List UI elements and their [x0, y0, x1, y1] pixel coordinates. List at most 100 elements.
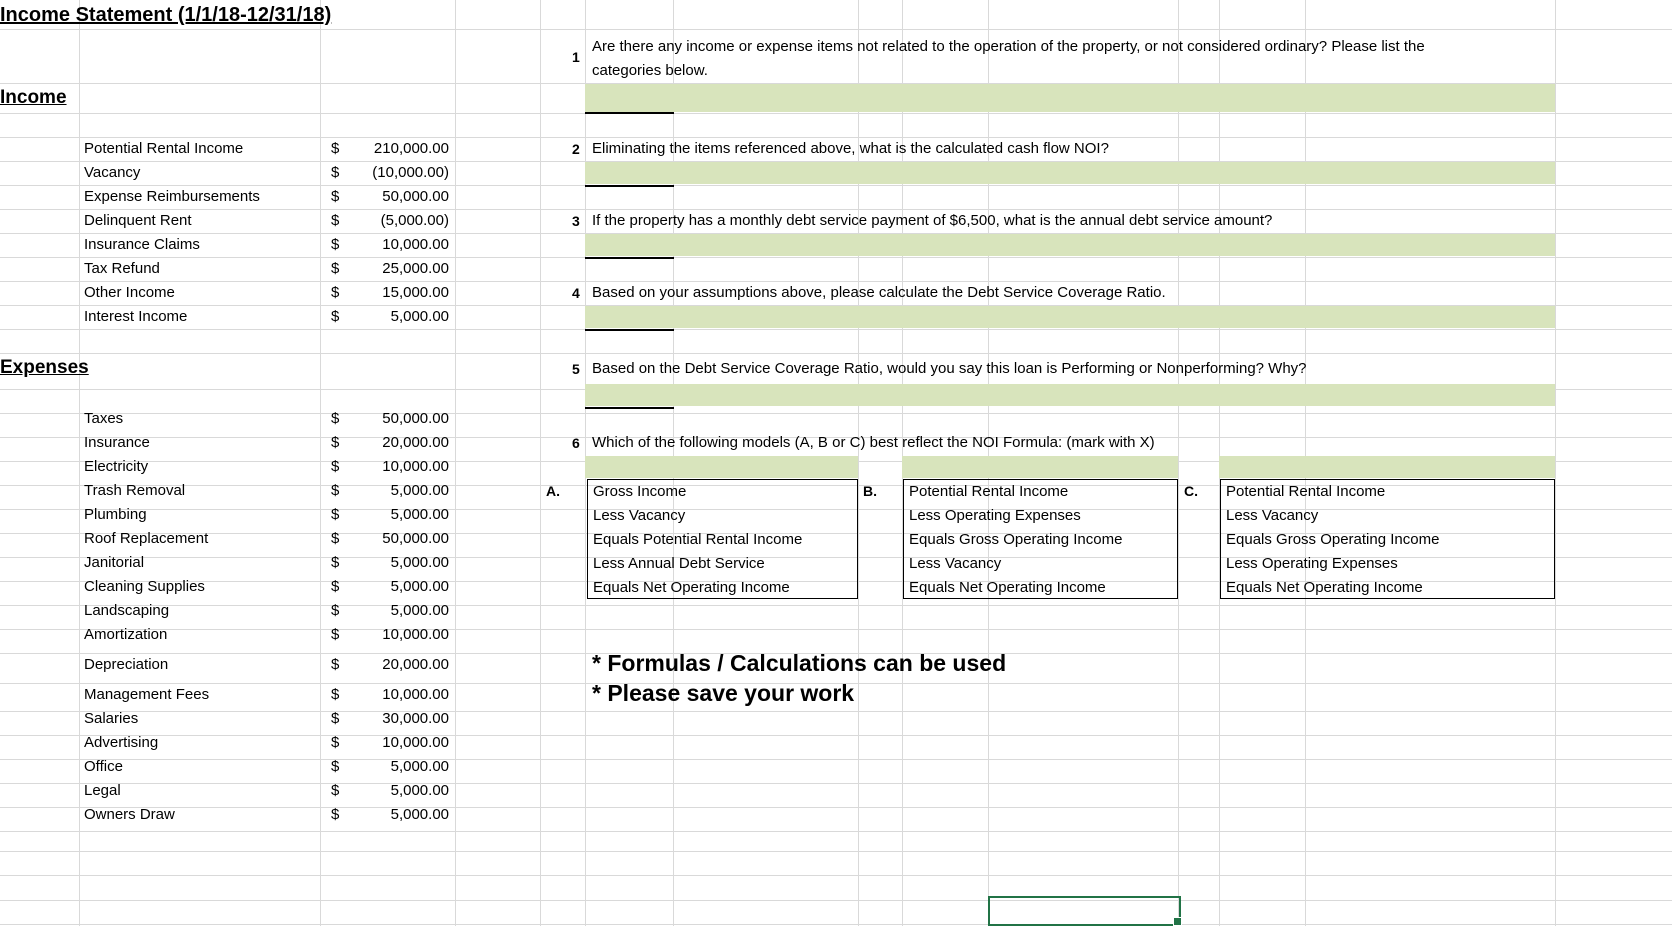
income-label[interactable]: Delinquent Rent — [84, 212, 192, 230]
option-letter[interactable]: C. — [1184, 482, 1198, 500]
income-header[interactable]: Income — [0, 87, 67, 109]
expense-amount-cell[interactable]: $20,000.00 — [331, 434, 449, 452]
option-box-c[interactable]: Potential Rental Income Less Vacancy Equal… — [1220, 479, 1555, 599]
answer-cell[interactable] — [585, 384, 1555, 406]
expense-amount-cell[interactable]: $50,000.00 — [331, 410, 449, 428]
income-amount-cell[interactable]: $50,000.00 — [331, 188, 449, 206]
expense-amount-cell[interactable]: $5,000.00 — [331, 482, 449, 500]
gridline-row — [0, 605, 1672, 606]
expense-label[interactable]: Plumbing — [84, 506, 147, 524]
answer-cell[interactable] — [585, 456, 858, 478]
answer-cell[interactable] — [902, 456, 1178, 478]
income-label[interactable]: Other Income — [84, 284, 175, 302]
expense-amount-cell[interactable]: $10,000.00 — [331, 458, 449, 476]
expense-label[interactable]: Depreciation — [84, 656, 168, 674]
expense-amount-cell[interactable]: $10,000.00 — [331, 686, 449, 704]
income-amount-cell[interactable]: $ (5,000.00) — [331, 212, 449, 230]
expense-amount-cell[interactable]: $5,000.00 — [331, 806, 449, 824]
amount-value: 50,000.00 — [382, 188, 449, 205]
question-number[interactable]: 5 — [572, 360, 580, 378]
income-label[interactable]: Potential Rental Income — [84, 140, 243, 158]
expense-label[interactable]: Cleaning Supplies — [84, 578, 205, 596]
spreadsheet-grid[interactable]: Income Statement (1/1/18-12/31/18) Incom… — [0, 0, 1672, 926]
expense-amount-cell[interactable]: $5,000.00 — [331, 782, 449, 800]
gridline-row — [0, 257, 1672, 258]
gridline-row — [0, 137, 1672, 138]
option-letter[interactable]: A. — [546, 482, 560, 500]
expense-label[interactable]: Electricity — [84, 458, 148, 476]
question-number[interactable]: 2 — [572, 140, 580, 158]
expense-label[interactable]: Legal — [84, 782, 121, 800]
income-amount-cell[interactable]: $ (10,000.00) — [331, 164, 449, 182]
answer-cell[interactable] — [585, 234, 1555, 256]
question-text[interactable]: Are there any income or expense items no… — [592, 38, 1425, 56]
option-line: Potential Rental Income — [1226, 483, 1386, 500]
expense-label[interactable]: Trash Removal — [84, 482, 185, 500]
expense-amount-cell[interactable]: $30,000.00 — [331, 710, 449, 728]
expense-amount-cell[interactable]: $10,000.00 — [331, 626, 449, 644]
income-label[interactable]: Vacancy — [84, 164, 140, 182]
question-text[interactable]: Based on your assumptions above, please … — [592, 284, 1166, 302]
answer-cell[interactable] — [1219, 456, 1555, 478]
gridline-col — [455, 0, 456, 926]
expense-label[interactable]: Taxes — [84, 410, 123, 428]
expenses-header[interactable]: Expenses — [0, 357, 89, 379]
gridline-col — [1555, 0, 1556, 926]
expense-label[interactable]: Advertising — [84, 734, 158, 752]
income-label[interactable]: Interest Income — [84, 308, 187, 326]
fill-handle[interactable] — [1173, 917, 1182, 926]
expense-amount-cell[interactable]: $5,000.00 — [331, 602, 449, 620]
expense-amount-cell[interactable]: $50,000.00 — [331, 530, 449, 548]
expense-label[interactable]: Owners Draw — [84, 806, 175, 824]
expense-label[interactable]: Janitorial — [84, 554, 144, 572]
option-line: Equals Gross Operating Income — [1226, 531, 1440, 548]
income-amount-cell[interactable]: $15,000.00 — [331, 284, 449, 302]
option-line: Equals Potential Rental Income — [593, 531, 803, 548]
selected-cell[interactable] — [988, 896, 1181, 926]
income-amount-cell[interactable]: $210,000.00 — [331, 140, 449, 158]
question-number[interactable]: 4 — [572, 284, 580, 302]
answer-cell[interactable] — [585, 162, 1555, 184]
expense-label[interactable]: Landscaping — [84, 602, 169, 620]
expense-label[interactable]: Insurance — [84, 434, 150, 452]
income-label[interactable]: Expense Reimbursements — [84, 188, 260, 206]
gridline-row — [0, 875, 1672, 876]
note-save[interactable]: * Please save your work — [592, 679, 854, 707]
question-number[interactable]: 1 — [572, 48, 580, 66]
expense-label[interactable]: Amortization — [84, 626, 167, 644]
expense-amount-cell[interactable]: $5,000.00 — [331, 758, 449, 776]
gridline-row — [0, 629, 1672, 630]
note-formulas[interactable]: * Formulas / Calculations can be used — [592, 649, 1006, 677]
option-box-a[interactable]: Gross Income Less Vacancy Equals Potential… — [587, 479, 858, 599]
amount-value: 10,000.00 — [382, 458, 449, 475]
expense-label[interactable]: Management Fees — [84, 686, 209, 704]
option-letter[interactable]: B. — [863, 482, 877, 500]
question-number[interactable]: 3 — [572, 212, 580, 230]
question-text[interactable]: If the property has a monthly debt servi… — [592, 212, 1272, 230]
answer-cell[interactable] — [585, 306, 1555, 328]
option-box-b[interactable]: Potential Rental Income Less Operating Ex… — [903, 479, 1178, 599]
sheet-title[interactable]: Income Statement (1/1/18-12/31/18) — [0, 3, 331, 27]
expense-amount-cell[interactable]: $20,000.00 — [331, 656, 449, 674]
question-text-line2[interactable]: categories below. — [592, 62, 708, 80]
question-text[interactable]: Which of the following models (A, B or C… — [592, 434, 1155, 452]
income-label[interactable]: Insurance Claims — [84, 236, 200, 254]
question-text[interactable]: Based on the Debt Service Coverage Ratio… — [592, 360, 1307, 378]
expense-amount-cell[interactable]: $5,000.00 — [331, 506, 449, 524]
expense-label[interactable]: Salaries — [84, 710, 138, 728]
income-amount-cell[interactable]: $25,000.00 — [331, 260, 449, 278]
option-line: Equals Net Operating Income — [1226, 579, 1423, 596]
expense-label[interactable]: Office — [84, 758, 123, 776]
expense-amount-cell[interactable]: $5,000.00 — [331, 578, 449, 596]
income-label[interactable]: Tax Refund — [84, 260, 160, 278]
question-text[interactable]: Eliminating the items referenced above, … — [592, 140, 1109, 158]
amount-value: 5,000.00 — [390, 602, 449, 619]
expense-amount-cell[interactable]: $10,000.00 — [331, 734, 449, 752]
gridline-row — [0, 209, 1672, 210]
expense-label[interactable]: Roof Replacement — [84, 530, 208, 548]
expense-amount-cell[interactable]: $5,000.00 — [331, 554, 449, 572]
income-amount-cell[interactable]: $5,000.00 — [331, 308, 449, 326]
answer-cell[interactable] — [585, 84, 1555, 112]
income-amount-cell[interactable]: $10,000.00 — [331, 236, 449, 254]
question-number[interactable]: 6 — [572, 434, 580, 452]
